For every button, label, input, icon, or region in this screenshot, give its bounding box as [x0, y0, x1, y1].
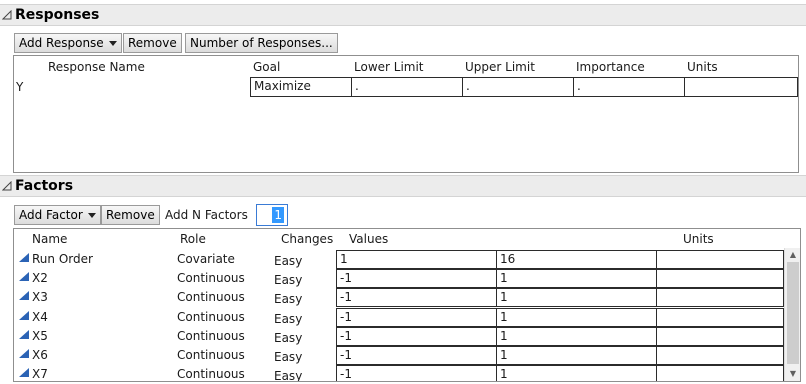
add-n-factors-input[interactable]: 1	[256, 204, 288, 226]
factor-units-cell[interactable]	[656, 269, 784, 289]
scroll-up-icon[interactable]: ▲	[786, 250, 800, 259]
col-importance: Importance	[576, 60, 645, 74]
scrollbar-thumb[interactable]	[787, 262, 799, 364]
factor-name-cell[interactable]: X2	[32, 271, 48, 285]
factor-changes-cell[interactable]: Easy	[274, 312, 302, 326]
factor-value-high-cell[interactable]: 1	[496, 288, 657, 308]
add-n-factors-label: Add N Factors	[165, 208, 248, 222]
factor-value-high-cell[interactable]: 1	[496, 346, 657, 365]
continuous-factor-icon	[19, 291, 29, 301]
factor-role-cell[interactable]: Continuous	[177, 367, 245, 381]
add-n-factors-value: 1	[272, 207, 284, 223]
continuous-factor-icon	[19, 310, 29, 320]
goal-cell[interactable]: Maximize	[250, 77, 352, 97]
col-lower-limit: Lower Limit	[354, 60, 424, 74]
disclosure-triangle-icon[interactable]	[2, 10, 12, 20]
continuous-factor-icon	[19, 329, 29, 339]
responses-header[interactable]: Responses	[0, 4, 806, 26]
response-name-cell[interactable]: Y	[16, 80, 23, 94]
factor-units-cell[interactable]	[656, 250, 784, 269]
col-changes: Changes	[281, 232, 334, 246]
factor-role-cell[interactable]: Continuous	[177, 310, 245, 324]
factor-role-cell[interactable]: Continuous	[177, 271, 245, 285]
lower-limit-cell[interactable]: .	[351, 77, 463, 97]
factor-units-cell[interactable]	[656, 365, 784, 381]
factor-changes-cell[interactable]: Easy	[274, 254, 302, 268]
factor-name-cell[interactable]: X6	[32, 348, 48, 362]
col-name: Name	[32, 232, 68, 246]
col-response-name: Response Name	[48, 60, 145, 74]
factor-name-cell[interactable]: X4	[32, 310, 48, 324]
units-cell[interactable]	[684, 77, 798, 97]
continuous-factor-icon	[19, 253, 29, 262]
factor-role-cell[interactable]: Continuous	[177, 348, 245, 362]
factor-changes-cell[interactable]: Easy	[274, 369, 302, 381]
upper-limit-cell[interactable]: .	[462, 77, 574, 97]
factor-value-low-cell[interactable]: -1	[336, 269, 497, 289]
factor-changes-cell[interactable]: Easy	[274, 292, 302, 306]
col-values: Values	[349, 232, 389, 246]
factor-value-low-cell[interactable]: -1	[336, 307, 497, 327]
scroll-down-icon[interactable]: ▼	[786, 369, 800, 378]
factor-name-cell[interactable]: X7	[32, 367, 48, 381]
disclosure-triangle-icon[interactable]	[2, 181, 12, 191]
col-role: Role	[180, 232, 206, 246]
col-units: Units	[687, 60, 718, 74]
continuous-factor-icon	[19, 349, 29, 358]
responses-title: Responses	[15, 7, 100, 23]
factor-role-cell[interactable]: Covariate	[177, 252, 235, 266]
factor-value-low-cell[interactable]: -1	[336, 288, 497, 308]
factor-units-cell[interactable]	[656, 288, 784, 308]
factor-changes-cell[interactable]: Easy	[274, 350, 302, 364]
factor-name-cell[interactable]: X3	[32, 290, 48, 304]
factor-units-cell[interactable]	[656, 346, 784, 365]
factors-title: Factors	[15, 178, 74, 194]
add-response-button[interactable]: Add Response	[14, 33, 122, 53]
factor-name-cell[interactable]: X5	[32, 329, 48, 343]
continuous-factor-icon	[19, 272, 29, 282]
factor-changes-cell[interactable]: Easy	[274, 273, 302, 287]
factor-changes-cell[interactable]: Easy	[274, 331, 302, 345]
factor-value-high-cell[interactable]: 1	[496, 326, 657, 346]
importance-cell[interactable]: .	[573, 77, 685, 97]
add-factor-button[interactable]: Add Factor	[14, 205, 101, 225]
factor-name-cell[interactable]: Run Order	[32, 252, 93, 266]
factor-value-low-cell[interactable]: -1	[336, 326, 497, 346]
col-upper-limit: Upper Limit	[465, 60, 535, 74]
factor-value-high-cell[interactable]: 16	[496, 250, 657, 269]
factor-value-low-cell[interactable]: 1	[336, 250, 497, 269]
number-of-responses-button[interactable]: Number of Responses...	[185, 33, 338, 53]
factor-units-cell[interactable]	[656, 307, 784, 327]
factors-table: Name Role Changes Values Units Run Order…	[13, 228, 801, 382]
factor-role-cell[interactable]: Continuous	[177, 329, 245, 343]
factor-value-high-cell[interactable]: 1	[496, 307, 657, 327]
factor-units-cell[interactable]	[656, 326, 784, 346]
vertical-scrollbar[interactable]: ▲ ▼	[784, 248, 800, 381]
factor-value-high-cell[interactable]: 1	[496, 269, 657, 289]
col-units: Units	[683, 232, 714, 246]
chevron-down-icon	[87, 213, 96, 218]
col-goal: Goal	[253, 60, 281, 74]
factor-value-low-cell[interactable]: -1	[336, 346, 497, 365]
remove-factor-button[interactable]: Remove	[101, 205, 160, 225]
factor-value-high-cell[interactable]: 1	[496, 365, 657, 381]
factors-header[interactable]: Factors	[0, 175, 806, 197]
chevron-down-icon	[108, 41, 117, 46]
continuous-factor-icon	[19, 368, 29, 378]
add-factor-label: Add Factor	[19, 208, 83, 222]
responses-table: Response Name Goal Lower Limit Upper Lim…	[13, 55, 799, 173]
factor-value-low-cell[interactable]: -1	[336, 365, 497, 381]
factor-role-cell[interactable]: Continuous	[177, 290, 245, 304]
add-response-label: Add Response	[19, 36, 104, 50]
remove-response-button[interactable]: Remove	[123, 33, 182, 53]
